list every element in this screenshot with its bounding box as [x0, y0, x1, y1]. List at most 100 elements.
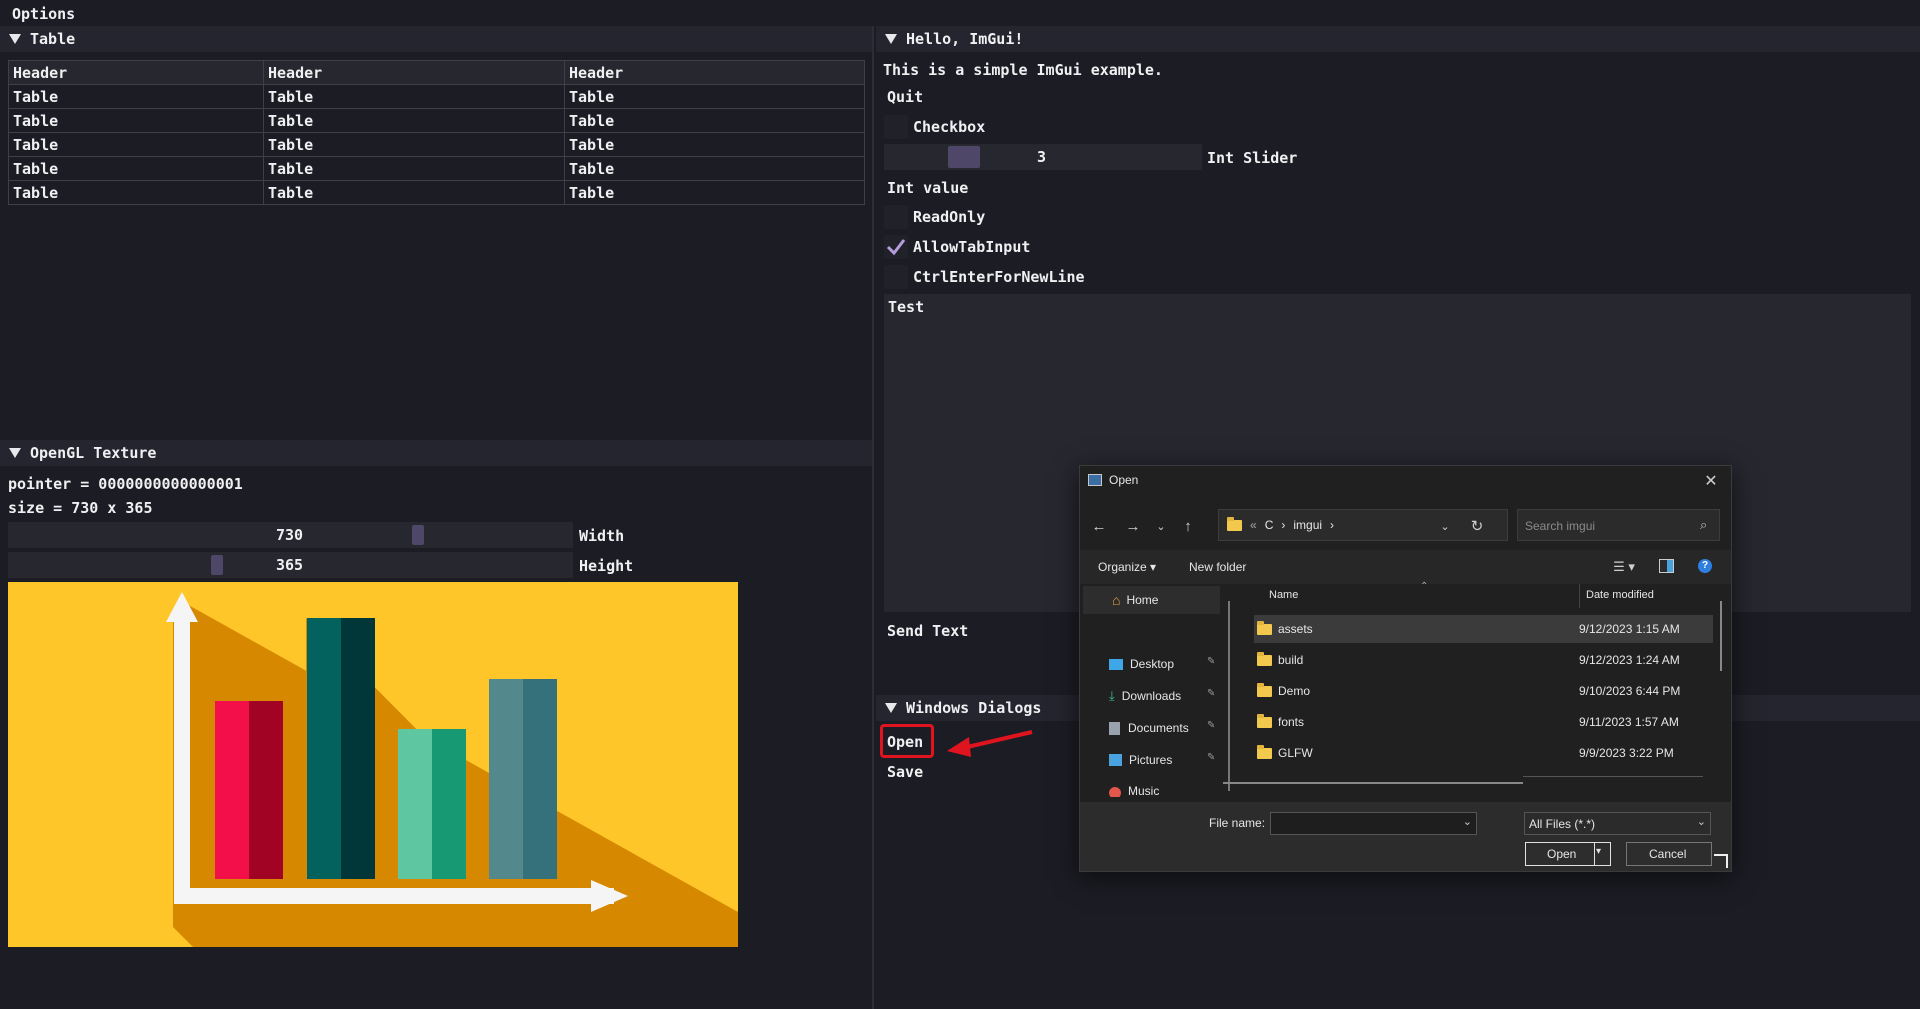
nav-item-music[interactable]: Music — [1109, 779, 1159, 797]
search-box[interactable]: Search imgui ⌕ — [1517, 509, 1720, 541]
checkbox-label[interactable]: Checkbox — [913, 118, 985, 136]
back-arrow-icon[interactable]: ← — [1088, 514, 1110, 538]
open-dialog-button[interactable]: Open — [887, 733, 923, 751]
file-name: GLFW — [1278, 746, 1313, 760]
height-slider-value: 365 — [276, 556, 304, 574]
collapse-triangle-icon — [885, 34, 897, 44]
panel-splitter[interactable] — [872, 26, 874, 1009]
ctrlenter-label[interactable]: CtrlEnterForNewLine — [913, 268, 1085, 286]
chevron-down-icon[interactable]: ▾ — [1596, 846, 1601, 857]
checkbox-box[interactable] — [884, 115, 908, 139]
help-icon[interactable]: ? — [1698, 559, 1712, 573]
nav-item-downloads[interactable]: ⤓ Downloads — [1109, 683, 1181, 709]
pin-icon: ✎ — [1207, 720, 1216, 731]
width-label: Width — [579, 527, 625, 545]
column-name[interactable]: Name — [1269, 589, 1298, 601]
height-slider-grab[interactable] — [211, 555, 223, 575]
file-row[interactable]: GLFW 9/9/2023 3:22 PM — [1257, 739, 1707, 767]
file-row[interactable]: fonts 9/11/2023 1:57 AM — [1257, 708, 1707, 736]
text-input-value: Test — [888, 298, 925, 316]
dialog-cancel-button[interactable]: Cancel — [1626, 842, 1712, 866]
dialog-open-button[interactable]: Open ▾ — [1525, 842, 1611, 866]
address-dropdown-icon[interactable]: ⌄ — [1436, 514, 1454, 538]
chevron-down-icon[interactable]: ⌄ — [1152, 514, 1170, 538]
table-header-cell[interactable]: Header — [8, 60, 264, 85]
organize-button[interactable]: Organize ▾ — [1098, 560, 1156, 574]
pointer-text: pointer = 0000000000000001 — [8, 475, 243, 493]
pin-icon: ✎ — [1207, 656, 1216, 667]
texture-image — [8, 582, 738, 947]
breadcrumb-item[interactable]: imgui — [1293, 518, 1322, 532]
pin-icon: ✎ — [1207, 752, 1216, 763]
column-separator[interactable] — [1579, 584, 1580, 608]
close-icon[interactable]: ✕ — [1696, 468, 1726, 494]
nav-item-documents[interactable]: Documents — [1109, 715, 1189, 741]
view-options-icon[interactable]: ☰ ▾ — [1606, 556, 1642, 578]
file-row[interactable]: Demo 9/10/2023 6:44 PM — [1257, 677, 1707, 705]
new-folder-button[interactable]: New folder — [1189, 560, 1246, 574]
nav-scrollbar[interactable] — [1228, 601, 1230, 791]
file-type-select[interactable]: All Files (*.*) ⌄ — [1524, 812, 1711, 835]
send-text-button[interactable]: Send Text — [887, 622, 968, 640]
hello-panel-header[interactable]: Hello, ImGui! — [876, 26, 1920, 52]
folder-icon — [1257, 713, 1272, 728]
split-divider — [1594, 843, 1595, 865]
file-row[interactable]: build 9/12/2023 1:24 AM — [1257, 646, 1707, 674]
readonly-checkbox[interactable] — [884, 205, 908, 229]
file-list-vscrollbar[interactable] — [1720, 601, 1722, 671]
nav-item-home[interactable]: ⌂ Home — [1083, 586, 1220, 614]
table-header-cell[interactable]: Header — [564, 60, 865, 85]
intro-text: This is a simple ImGui example. — [883, 61, 1163, 79]
refresh-icon[interactable]: ↻ — [1466, 514, 1488, 538]
ctrlenter-checkbox[interactable] — [884, 265, 908, 289]
chevron-down-icon[interactable]: ⌄ — [1463, 815, 1472, 828]
allowtab-label[interactable]: AllowTabInput — [913, 238, 1030, 256]
file-date: 9/11/2023 1:57 AM — [1579, 715, 1679, 729]
breadcrumb-sep: › — [1281, 518, 1286, 532]
int-slider-value: 3 — [1037, 148, 1047, 166]
texture-panel-header[interactable]: OpenGL Texture — [0, 440, 872, 466]
file-list-hscrollbar[interactable] — [1223, 782, 1523, 784]
column-date-modified[interactable]: Date modified — [1586, 589, 1654, 601]
table-cell: Table — [8, 84, 264, 109]
table-cell: Table — [564, 132, 865, 157]
height-slider[interactable]: 365 — [8, 552, 573, 578]
nav-label: Downloads — [1121, 689, 1182, 703]
file-row[interactable]: assets 9/12/2023 1:15 AM — [1257, 615, 1707, 643]
int-slider-grab[interactable] — [948, 146, 980, 168]
home-icon: ⌂ — [1112, 592, 1121, 608]
width-slider[interactable]: 730 — [8, 522, 573, 548]
width-slider-grab[interactable] — [412, 525, 424, 545]
save-dialog-button[interactable]: Save — [887, 763, 923, 781]
dialogs-panel-title: Windows Dialogs — [906, 699, 1042, 717]
forward-arrow-icon[interactable]: → — [1122, 514, 1144, 538]
preview-pane-icon[interactable] — [1659, 559, 1674, 573]
nav-item-desktop[interactable]: Desktop — [1109, 651, 1174, 677]
nav-item-pictures[interactable]: Pictures — [1109, 747, 1172, 773]
checkmark-icon — [886, 239, 906, 256]
quit-button[interactable]: Quit — [883, 88, 928, 106]
table-cell: Table — [564, 84, 865, 109]
table-header-cell[interactable]: Header — [263, 60, 565, 85]
allowtab-checkbox[interactable] — [884, 235, 908, 259]
red-arrow-icon — [947, 730, 1033, 757]
resize-grip-icon[interactable] — [1714, 854, 1728, 868]
folder-icon — [1257, 744, 1272, 759]
up-arrow-icon[interactable]: ↑ — [1179, 514, 1197, 538]
file-name-input[interactable]: ⌄ — [1270, 812, 1477, 835]
breadcrumb-sep: › — [1330, 518, 1335, 532]
table-cell: Table — [8, 156, 264, 181]
downloads-icon: ⤓ — [1109, 688, 1115, 703]
height-label: Height — [579, 557, 634, 575]
int-value-label: Int value — [887, 179, 969, 197]
int-slider[interactable]: 3 — [884, 144, 1202, 170]
table-panel-header[interactable]: Table — [0, 26, 872, 52]
breadcrumb-item[interactable]: C — [1265, 518, 1274, 532]
table-cell: Table — [263, 156, 565, 181]
sort-caret-icon: ⌃ — [1420, 581, 1429, 592]
table-row: Table Table Table — [8, 132, 865, 157]
address-bar[interactable]: « C › imgui › — [1218, 509, 1508, 541]
table-cell: Table — [263, 108, 565, 133]
file-name: fonts — [1278, 715, 1305, 729]
readonly-label[interactable]: ReadOnly — [913, 208, 985, 226]
